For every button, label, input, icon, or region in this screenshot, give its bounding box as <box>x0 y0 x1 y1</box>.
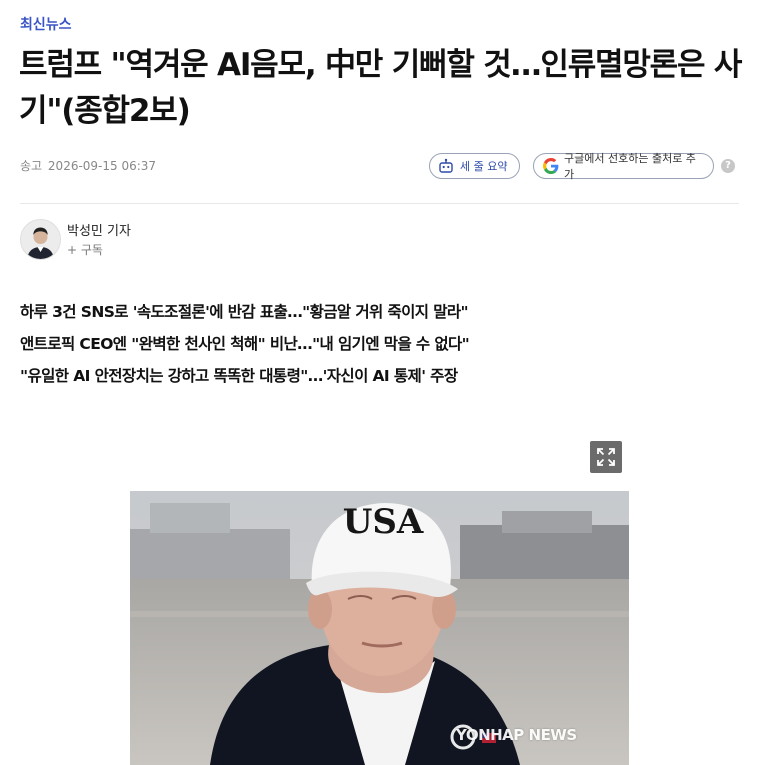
google-button-label: 구글에서 선호하는 출처로 추가 <box>564 152 696 181</box>
summary-button-label: 세 줄 요약 <box>460 160 508 173</box>
cap-text: USA <box>343 502 424 542</box>
publish-meta: 송고 2026-09-15 06:37 <box>20 157 156 174</box>
publish-label: 송고 <box>20 159 43 173</box>
three-line-summary-button[interactable]: 세 줄 요약 <box>429 153 520 179</box>
summary-line: "유일한 AI 안전장치는 강하고 똑똑한 대통령"…'자신이 AI 통제' 주… <box>20 367 458 385</box>
summary-line: 하루 3건 SNS로 '속도조절론'에 반감 표출…"황금알 거위 죽이지 말라… <box>20 303 469 321</box>
help-icon[interactable]: ? <box>721 159 735 173</box>
photo-watermark: YONHAP NEWS <box>456 726 577 744</box>
article-headline: 트럼프 "역겨운 AI음모, 中만 기뻐할 것…인류멸망론은 사기"(종합2보) <box>19 47 742 129</box>
article-summary: 하루 3건 SNS로 '속도조절론'에 반감 표출…"황금알 거위 죽이지 말라… <box>20 296 470 392</box>
subscribe-button[interactable]: + 구독 <box>67 241 103 258</box>
google-logo-icon <box>543 158 559 174</box>
google-preferred-source-button[interactable]: 구글에서 선호하는 출처로 추가 <box>533 152 714 181</box>
reporter-avatar[interactable] <box>20 219 61 260</box>
divider <box>20 203 739 204</box>
summary-line: 앤트로픽 CEO엔 "완벽한 천사인 척해" 비난…"내 임기엔 막을 수 없다… <box>20 335 470 353</box>
expand-icon[interactable] <box>590 441 622 473</box>
publish-datetime: 2026-09-15 06:37 <box>47 159 157 173</box>
reporter-name[interactable]: 박성민 기자 <box>67 220 131 239</box>
article-photo[interactable]: USA <box>130 491 629 765</box>
robot-icon <box>438 158 454 174</box>
category-label[interactable]: 최신뉴스 <box>20 14 72 34</box>
